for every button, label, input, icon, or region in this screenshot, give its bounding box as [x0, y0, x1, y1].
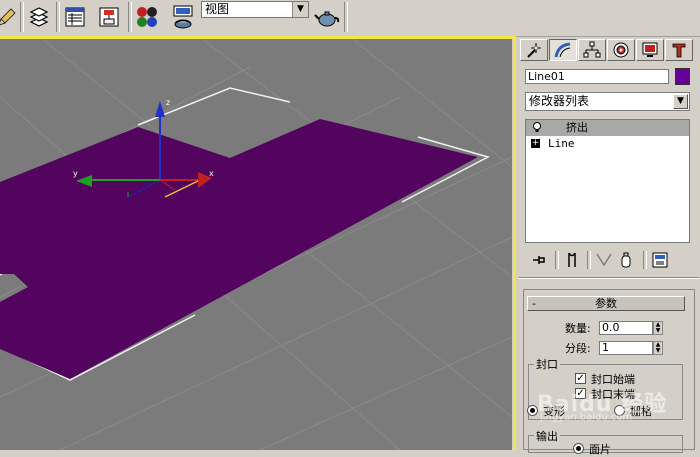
stack-item-line[interactable]: + Line [526, 136, 689, 152]
segments-value: 1 [602, 341, 609, 354]
track-view-icon[interactable] [62, 3, 88, 31]
stack-item-label: 挤出 [566, 121, 588, 134]
viewport-scene [0, 37, 512, 450]
object-color-swatch[interactable] [675, 68, 690, 85]
parameters-rollout-header[interactable]: - 参数 [527, 296, 685, 311]
cap-start-checkbox[interactable]: ✓ [575, 373, 586, 384]
modifier-list-dropdown[interactable]: 修改器列表 ▼ [525, 92, 690, 111]
cap-start-label: 封口始端 [591, 373, 635, 386]
make-unique-icon[interactable] [595, 251, 613, 269]
axis-label-z: z [166, 98, 171, 107]
material-editor-icon[interactable] [134, 3, 160, 31]
modifier-list-value: 修改器列表 [529, 94, 590, 108]
rollout-title: 参数 [595, 297, 617, 310]
watermark-url: jingyan.baidu.com [540, 412, 633, 423]
hierarchy-icon [583, 41, 601, 58]
output-group-title: 输出 [534, 428, 560, 444]
main-toolbar: 视图 ▼ [0, 0, 700, 37]
view-select[interactable]: 视图 ▼ [201, 1, 309, 18]
modifier-stack: 挤出 + Line [525, 119, 690, 243]
panel-divider [519, 277, 699, 279]
show-end-result-icon[interactable] [563, 251, 581, 269]
patch-radio[interactable] [573, 443, 584, 454]
pin-stack-icon[interactable] [531, 251, 549, 269]
view-select-value: 视图 [205, 2, 230, 16]
toolbar-separator [20, 2, 24, 32]
remove-modifier-icon[interactable] [617, 251, 635, 269]
toolbar-separator [56, 2, 60, 32]
toolbar-separator [128, 2, 132, 32]
utilities-tab[interactable] [665, 39, 693, 61]
motion-icon [613, 42, 629, 58]
expand-plus-icon[interactable]: + [531, 139, 540, 148]
schematic-view-icon[interactable] [96, 3, 122, 31]
command-panel-tabs [520, 39, 694, 63]
teapot-render-icon[interactable] [314, 3, 340, 31]
pencil-icon[interactable] [0, 3, 20, 31]
toolbar-separator [344, 2, 348, 32]
patch-label: 面片 [589, 443, 611, 456]
hierarchy-tab[interactable] [578, 39, 606, 61]
active-viewport-border [513, 36, 516, 450]
capping-group-title: 封口 [534, 356, 560, 372]
stack-item-extrude[interactable]: 挤出 [526, 120, 689, 136]
stack-item-label: Line [548, 137, 575, 150]
motion-tab[interactable] [607, 39, 635, 61]
object-name-value: Line01 [528, 70, 565, 83]
chevron-down-icon[interactable]: ▼ [673, 94, 688, 109]
create-icon [527, 42, 542, 58]
display-icon [642, 42, 658, 57]
modify-tab[interactable] [549, 39, 577, 61]
amount-spinner-field[interactable]: 0.0 [599, 321, 653, 335]
utilities-icon [672, 43, 686, 58]
display-tab[interactable] [636, 39, 664, 61]
segments-spinner-field[interactable]: 1 [599, 341, 653, 355]
extruded-line-shape [0, 119, 478, 379]
stack-toolbar [525, 251, 693, 269]
amount-value: 0.0 [602, 321, 620, 334]
render-setup-icon[interactable] [170, 3, 196, 31]
create-tab[interactable] [520, 39, 548, 61]
layers-icon[interactable] [26, 3, 52, 31]
amount-spinner-arrows[interactable]: ▲ ▼ [653, 321, 663, 335]
amount-label: 数量: [565, 322, 591, 335]
chevron-down-icon[interactable]: ▼ [292, 2, 308, 17]
axis-label-y: y [73, 169, 78, 178]
object-name-field[interactable]: Line01 [525, 69, 669, 84]
axis-label-x: x [209, 169, 214, 178]
modify-icon [554, 42, 571, 58]
collapse-minus-icon: - [532, 297, 536, 310]
perspective-viewport[interactable]: z y x [0, 37, 512, 450]
active-viewport-border [0, 36, 516, 39]
segments-label: 分段: [565, 342, 591, 355]
segments-spinner-arrows[interactable]: ▲ ▼ [653, 341, 663, 355]
configure-modifier-sets-icon[interactable] [651, 251, 669, 269]
